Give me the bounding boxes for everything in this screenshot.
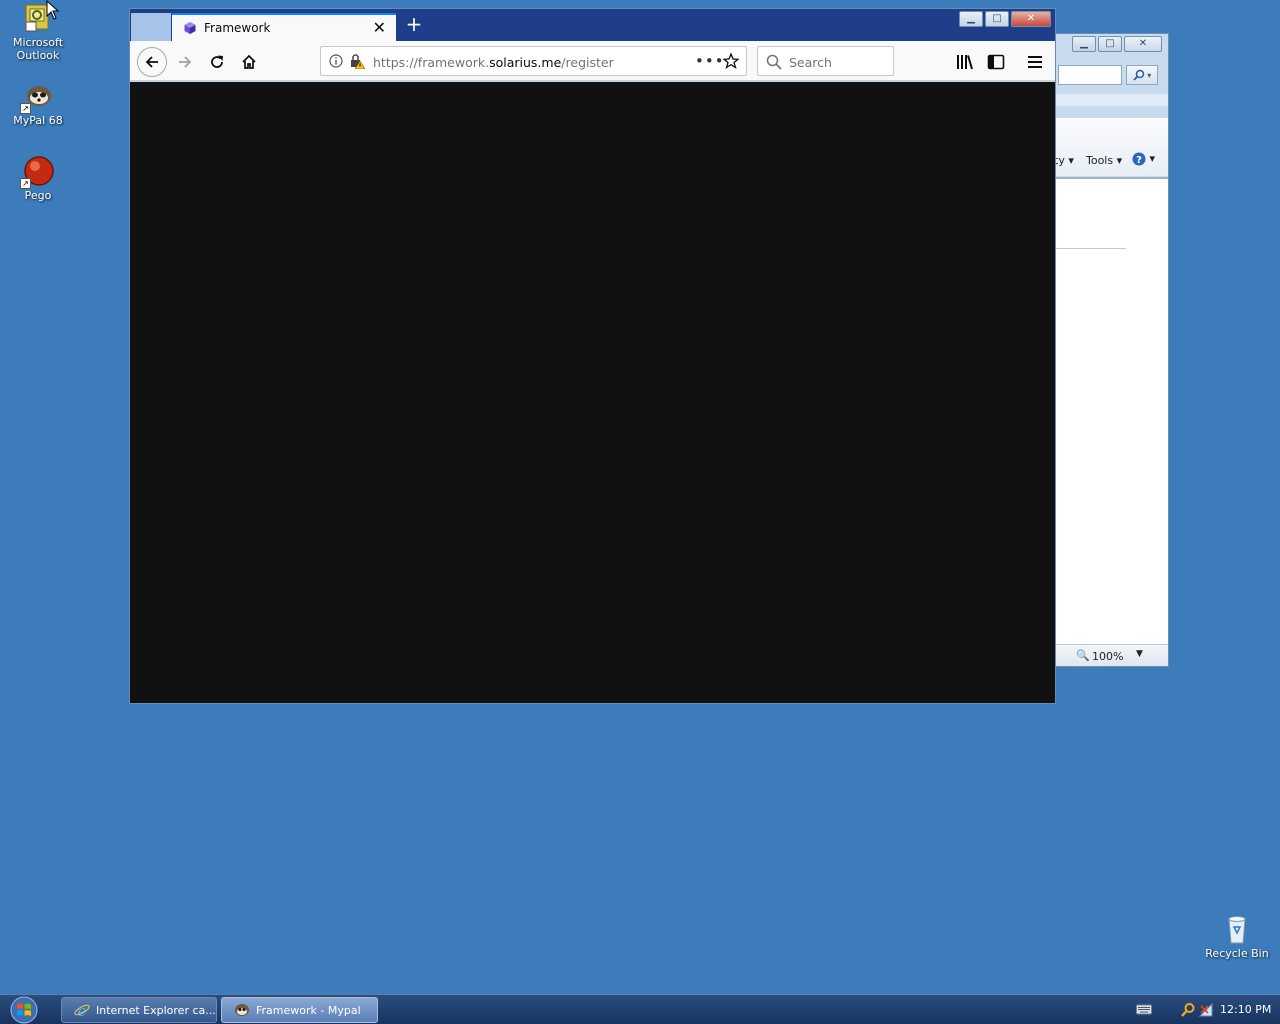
reload-button[interactable] xyxy=(202,47,232,77)
tab-title: Framework xyxy=(204,21,271,35)
search-icon xyxy=(1133,69,1144,81)
tab-strip: Framework ✕ + ▁ □ ✕ xyxy=(130,9,1055,41)
divider xyxy=(1054,248,1126,249)
taskbar-item-mypal[interactable]: Framework - Mypal xyxy=(221,997,378,1023)
home-icon xyxy=(242,54,256,69)
navigation-toolbar: https://framework.solarius.me/register •… xyxy=(130,41,1055,81)
ie-search-input[interactable] xyxy=(1058,65,1122,85)
chevron-down-icon[interactable]: ▼ xyxy=(1136,649,1143,659)
search-bar[interactable]: Search xyxy=(757,46,894,76)
shortcut-arrow-icon: ↗ xyxy=(20,178,31,189)
tab-framework[interactable]: Framework ✕ xyxy=(172,13,396,41)
ie-help-menu[interactable]: ? ▾ xyxy=(1132,152,1155,166)
reload-icon xyxy=(211,55,223,68)
desktop-icon-label: Recycle Bin xyxy=(1205,947,1269,960)
sidebar-icon[interactable] xyxy=(986,52,1006,72)
back-button[interactable] xyxy=(137,47,167,77)
svg-text:?: ? xyxy=(1136,155,1142,166)
mypal-icon xyxy=(235,1004,249,1016)
page-actions-icon[interactable]: ••• xyxy=(695,52,725,70)
desktop-icon-mypal[interactable]: ↗ MyPal 68 xyxy=(0,80,76,127)
ie-minimize-button[interactable]: ▁ xyxy=(1072,36,1096,52)
close-icon[interactable]: ✕ xyxy=(373,18,386,37)
chevron-down-icon: ▾ xyxy=(1144,71,1152,80)
start-button[interactable] xyxy=(6,996,42,1024)
ie-page-content xyxy=(1054,177,1168,644)
ie-zoom-level[interactable]: 100% xyxy=(1092,650,1123,663)
taskbar: e Internet Explorer ca... Framework - My… xyxy=(0,994,1280,1024)
desktop-icon-recycle-bin[interactable]: Recycle Bin xyxy=(1199,913,1275,960)
taskbar-item-label: Framework - Mypal xyxy=(256,1003,361,1017)
tab-strip-spacer xyxy=(131,13,171,41)
ie-close-button[interactable]: ✕ xyxy=(1124,36,1162,52)
ie-icon: e xyxy=(74,1002,90,1018)
page-content[interactable] xyxy=(130,82,1055,703)
arrow-left-icon xyxy=(145,56,158,68)
ie-search-button[interactable]: ▾ xyxy=(1126,65,1158,85)
svg-text:e: e xyxy=(78,1002,87,1018)
arrow-right-icon xyxy=(179,56,192,68)
help-icon: ? xyxy=(1132,152,1146,166)
ie-window-controls: ▁ □ ✕ xyxy=(1072,36,1162,52)
search-icon[interactable] xyxy=(1180,1002,1196,1018)
taskbar-clock[interactable]: 12:10 PM xyxy=(1220,1003,1271,1016)
desktop-icon-label: Outlook xyxy=(16,49,60,62)
ie-safety-menu[interactable]: ty ▾ xyxy=(1054,154,1074,167)
ie-command-bar: ty ▾ Tools ▾ ? ▾ xyxy=(1054,118,1168,176)
search-icon xyxy=(766,54,782,70)
close-window-button[interactable]: ✕ xyxy=(1011,11,1051,27)
url-bar[interactable]: https://framework.solarius.me/register •… xyxy=(320,46,747,76)
ie-window[interactable]: ▁ □ ✕ ▾ ty ▾ Tools ▾ ? ▾ 🔍 100% ▼ xyxy=(1054,33,1169,667)
pego-icon: ↗ xyxy=(20,155,54,189)
mypal-icon: ↗ xyxy=(20,80,54,114)
ie-maximize-button[interactable]: □ xyxy=(1098,36,1122,52)
hamburger-menu-icon[interactable] xyxy=(1025,52,1045,72)
bookmark-star-icon[interactable] xyxy=(723,53,739,69)
ie-status-bar: 🔍 100% ▼ xyxy=(1054,644,1168,666)
network-icon[interactable] xyxy=(1198,1002,1214,1018)
ie-tab-band xyxy=(1054,94,1168,106)
zoom-icon: 🔍 xyxy=(1076,649,1090,662)
shortcut-arrow-icon: ↗ xyxy=(20,103,31,114)
search-placeholder: Search xyxy=(789,55,832,70)
maximize-button[interactable]: □ xyxy=(985,11,1009,27)
mouse-cursor-icon xyxy=(46,0,60,20)
home-button[interactable] xyxy=(234,47,264,77)
taskbar-item-ie[interactable]: e Internet Explorer ca... xyxy=(61,997,217,1023)
desktop-icon-label: Microsoft xyxy=(12,36,64,49)
new-tab-button[interactable]: + xyxy=(402,13,426,37)
minimize-button[interactable]: ▁ xyxy=(959,11,983,27)
desktop-icon-label: MyPal 68 xyxy=(13,114,63,127)
ie-tools-menu[interactable]: Tools ▾ xyxy=(1086,154,1122,167)
forward-button[interactable] xyxy=(170,47,200,77)
desktop-icon-outlook[interactable]: Microsoft Outlook xyxy=(0,2,76,62)
desktop-icon-pego[interactable]: ↗ Pego xyxy=(0,155,76,202)
framework-favicon-icon xyxy=(184,22,196,34)
windows-logo-icon xyxy=(10,996,38,1024)
library-icon[interactable] xyxy=(954,52,974,72)
browser-window[interactable]: Framework ✕ + ▁ □ ✕ https://framework.so… xyxy=(129,8,1056,704)
taskbar-item-label: Internet Explorer ca... xyxy=(96,1003,216,1017)
insecure-lock-icon[interactable] xyxy=(349,53,365,69)
window-controls: ▁ □ ✕ xyxy=(959,11,1051,27)
url-text: https://framework.solarius.me/register xyxy=(373,55,614,70)
recycle-bin-icon xyxy=(1221,913,1253,945)
desktop-icon-label: Pego xyxy=(24,189,52,202)
info-icon[interactable] xyxy=(329,54,343,68)
keyboard-icon[interactable] xyxy=(1136,1003,1152,1015)
